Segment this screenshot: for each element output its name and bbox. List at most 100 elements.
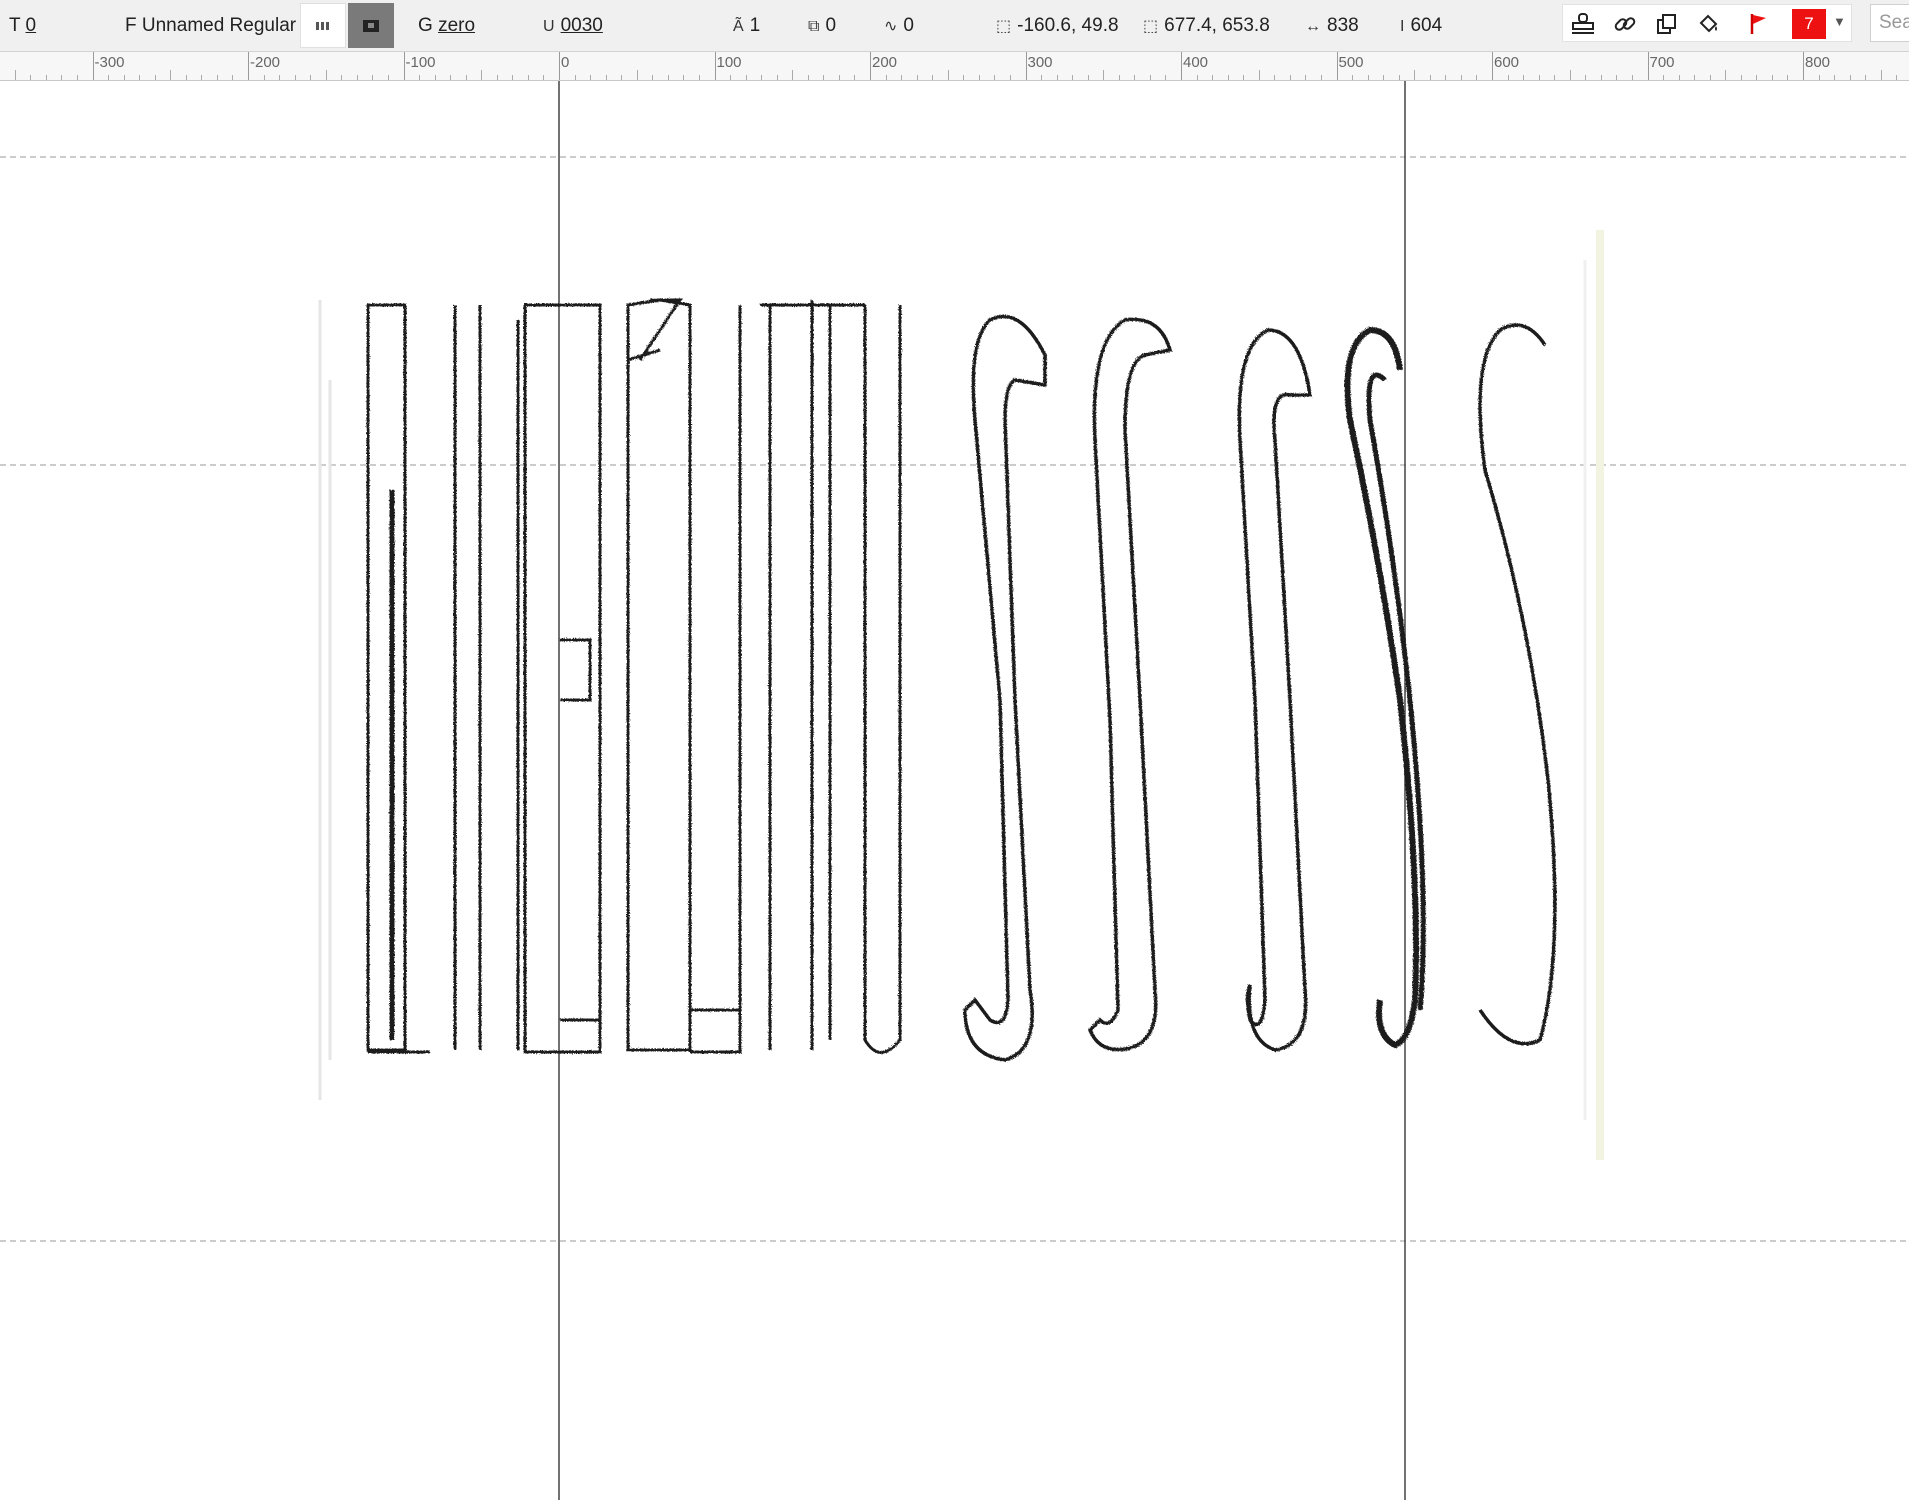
ruler-minor-tick	[1367, 75, 1369, 80]
ruler-minor-tick	[387, 75, 389, 80]
ruler-minor-tick	[885, 75, 887, 80]
ruler-minor-tick	[1616, 75, 1618, 80]
search-input[interactable]: Sea	[1870, 4, 1909, 42]
ruler-minor-tick	[807, 75, 809, 80]
ruler-minor-tick	[1414, 70, 1416, 80]
ruler-label: 200	[872, 54, 898, 71]
ruler-major-tick	[870, 52, 871, 80]
anchors-count: ∿ 0	[884, 14, 914, 39]
ruler-minor-tick	[823, 75, 825, 80]
paint-bucket-icon	[1699, 14, 1718, 33]
components-count: ⧉ 0	[808, 14, 836, 39]
ruler-label: 400	[1183, 54, 1209, 71]
tab-number[interactable]: T 0	[9, 14, 36, 38]
ruler-minor-tick	[1009, 75, 1011, 80]
ruler-label: -200	[250, 54, 281, 71]
unicode-field[interactable]: U 0030	[543, 14, 603, 39]
ruler-label: 100	[716, 54, 742, 71]
sketch-s-shapes	[963, 314, 1557, 1062]
layers-icon: Ã	[733, 18, 744, 35]
ruler-minor-tick	[1476, 75, 1478, 80]
glyph-toolbar: T 0 F Unnamed Regular G zero U 0030 Ã1 ⧉ 0…	[0, 0, 1909, 52]
ruler-minor-tick	[1818, 75, 1820, 80]
flag-dropdown-arrow[interactable]: ▼	[1833, 14, 1846, 29]
ruler-minor-tick	[1072, 75, 1074, 80]
ruler-minor-tick	[621, 75, 623, 80]
ruler-minor-tick	[310, 75, 312, 80]
ruler-minor-tick	[1880, 70, 1882, 80]
ruler-minor-tick	[279, 75, 281, 80]
ruler-minor-tick	[698, 75, 700, 80]
glyph-name[interactable]: zero	[438, 15, 475, 36]
ruler-minor-tick	[1523, 75, 1525, 80]
ruler-minor-tick	[263, 75, 265, 80]
ruler-minor-tick	[61, 75, 63, 80]
ruler-label: 600	[1494, 54, 1520, 71]
ruler-minor-tick	[30, 75, 32, 80]
ruler-major-tick	[1181, 52, 1182, 80]
ruler-minor-tick	[481, 70, 483, 80]
ruler-minor-tick	[1243, 75, 1245, 80]
glyph-canvas[interactable]	[0, 81, 1909, 1500]
font-selector[interactable]: F Unnamed Regular	[125, 14, 296, 38]
ruler-minor-tick	[776, 75, 778, 80]
ruler-minor-tick	[1320, 75, 1322, 80]
ruler-minor-tick	[1554, 75, 1556, 80]
ruler-minor-tick	[465, 75, 467, 80]
ruler-minor-tick	[1849, 75, 1851, 80]
ruler-major-tick	[92, 52, 94, 80]
ruler-minor-tick	[1352, 75, 1354, 80]
font-name[interactable]: Unnamed Regular	[142, 15, 296, 36]
paint-button[interactable]	[1691, 9, 1727, 39]
anchors-icon: ∿	[884, 18, 898, 35]
link-button[interactable]	[1607, 9, 1643, 39]
flag-button[interactable]	[1741, 9, 1777, 39]
ruler-minor-tick	[745, 75, 747, 80]
ruler-minor-tick	[185, 75, 187, 80]
flag-count-badge[interactable]: 7	[1792, 9, 1826, 39]
ruler-minor-tick	[1429, 75, 1431, 80]
ruler-major-tick	[1025, 52, 1027, 80]
layers-count: Ã1	[733, 14, 760, 39]
ruler-minor-tick	[1460, 75, 1462, 80]
ruler-minor-tick	[1398, 75, 1400, 80]
stamp-button[interactable]	[1565, 9, 1601, 39]
ruler-minor-tick	[1103, 70, 1105, 80]
copy-button[interactable]	[1649, 9, 1685, 39]
unicode-icon: U	[543, 18, 555, 35]
bbox-min-readout: ⬚ -160.6, 49.8	[996, 14, 1119, 39]
ruler-minor-tick	[1383, 75, 1385, 80]
ruler-label: 0	[561, 54, 570, 71]
sketch-outlines	[366, 298, 1557, 1062]
ruler-minor-tick	[170, 70, 172, 80]
bbox-min-icon: ⬚	[996, 18, 1012, 35]
tab-value[interactable]: 0	[26, 15, 37, 36]
ruler-minor-tick	[1445, 75, 1447, 80]
bbox-max-readout: ⬚ 677.4, 653.8	[1143, 14, 1270, 39]
ruler-minor-tick	[45, 75, 47, 80]
ruler-minor-tick	[1694, 75, 1696, 80]
ruler-label: 500	[1338, 54, 1364, 71]
height-icon: I	[1400, 18, 1405, 35]
width-icon: ↔	[1305, 18, 1321, 35]
anchors-value: 0	[903, 15, 914, 36]
ruler-minor-tick	[1709, 75, 1711, 80]
ruler-major-tick	[403, 52, 405, 80]
ruler-minor-tick	[139, 75, 141, 80]
unicode-value[interactable]: 0030	[561, 15, 603, 36]
ruler-minor-tick	[730, 75, 732, 80]
ruler-minor-tick	[838, 75, 840, 80]
ruler-minor-tick	[1087, 75, 1089, 80]
ruler-minor-tick	[1756, 75, 1758, 80]
ruler-minor-tick	[154, 75, 156, 80]
metrics-view-button[interactable]	[300, 3, 346, 48]
ruler-minor-tick	[14, 70, 16, 80]
ruler-minor-tick	[356, 75, 358, 80]
ruler-label: 300	[1027, 54, 1053, 71]
horizontal-ruler: -300 -200 -100 0 100 200 300 400 500 600 700 800	[0, 52, 1909, 81]
ruler-minor-tick	[232, 75, 234, 80]
outline-view-icon	[363, 19, 379, 32]
outline-view-button[interactable]	[348, 3, 394, 48]
glyph-name-field[interactable]: G zero	[418, 14, 475, 38]
ruler-minor-tick	[434, 75, 436, 80]
